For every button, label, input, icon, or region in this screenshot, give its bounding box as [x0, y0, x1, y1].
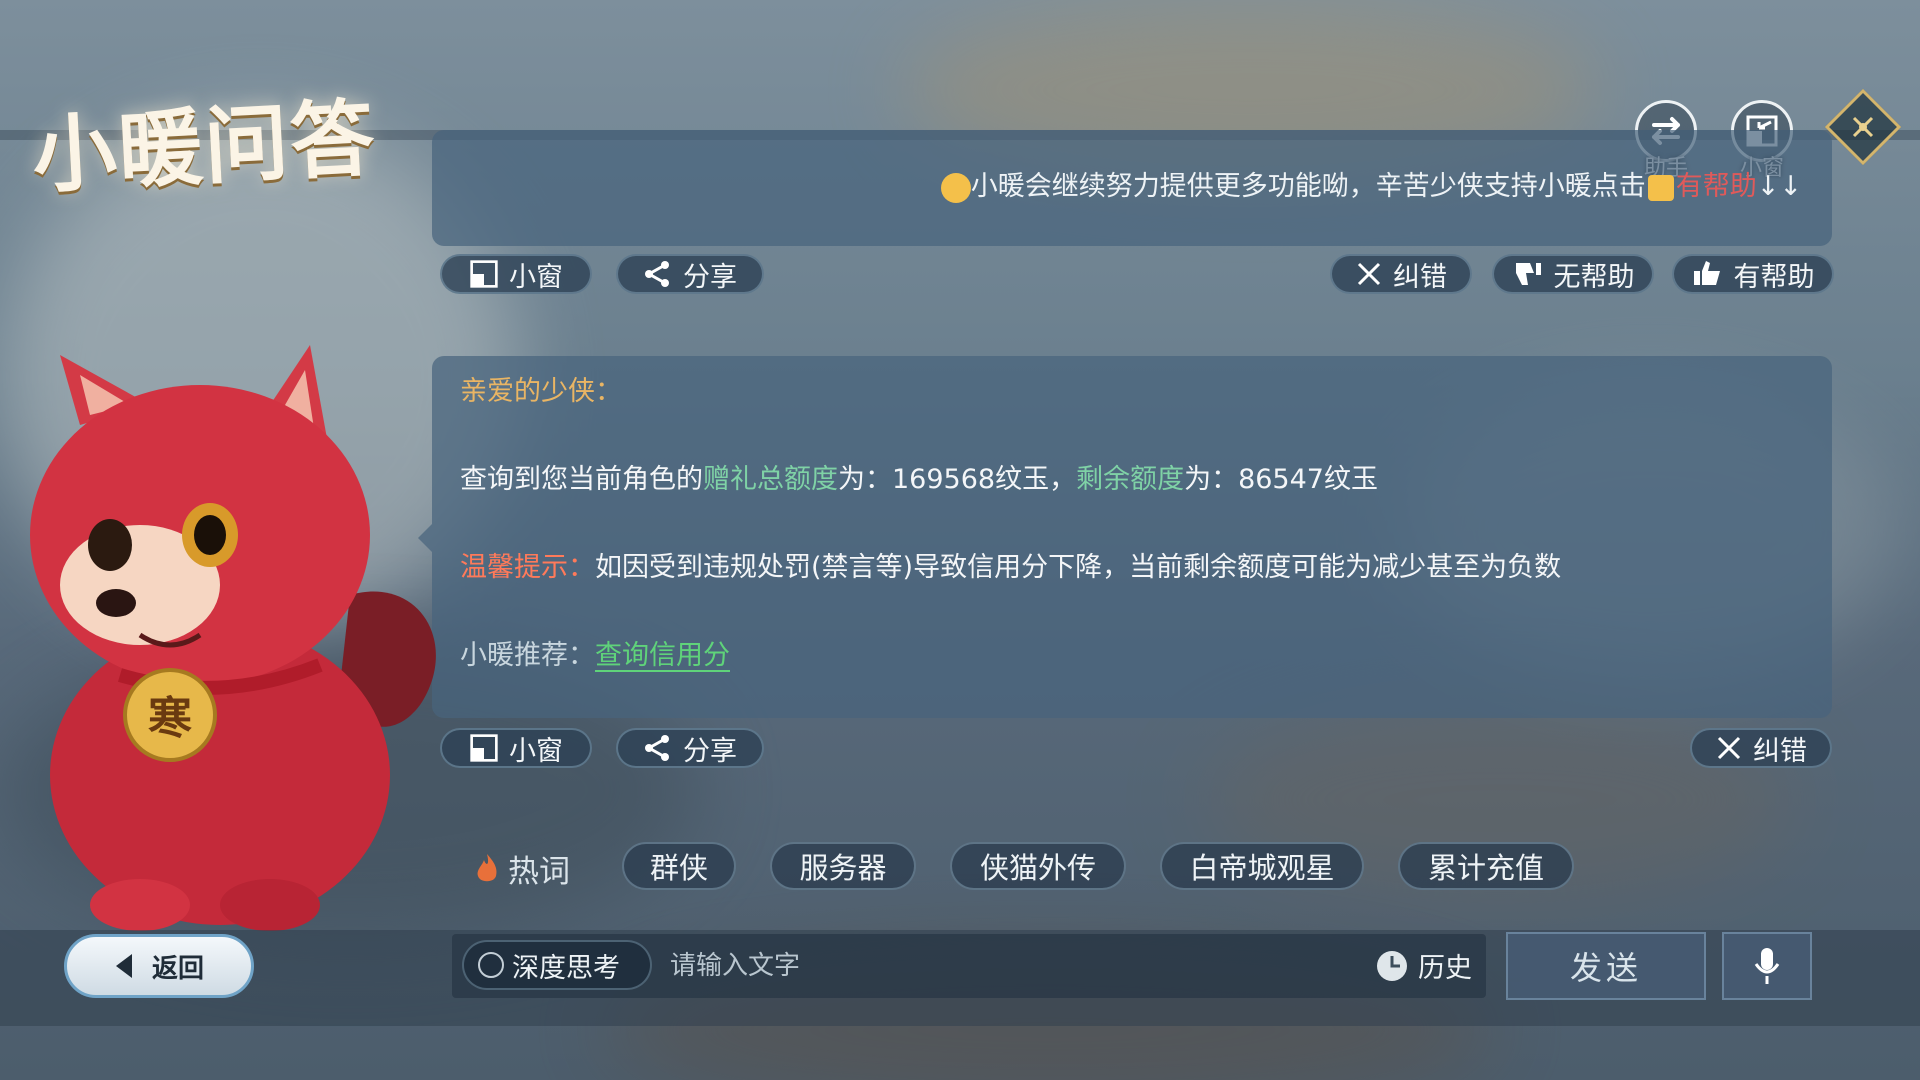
hot-word-1[interactable]: 服务器: [770, 842, 916, 890]
mascot-fox-image: 寒: [30, 345, 436, 931]
recommend-label: 小暖推荐：: [460, 640, 595, 671]
tip-label: 温馨提示：: [460, 552, 595, 583]
chat-text-input[interactable]: [670, 942, 1290, 990]
thumbs-up-icon: [1693, 261, 1720, 285]
remaining-label: 剩余额度: [1076, 464, 1185, 495]
deep-think-toggle[interactable]: 深度思考: [462, 940, 652, 990]
not-helpful-button[interactable]: 无帮助: [1492, 254, 1654, 294]
clock-icon: [1377, 950, 1407, 981]
notice-helpful-text: 有帮助: [1675, 171, 1757, 202]
mini-window-icon: [470, 260, 498, 288]
microphone-button[interactable]: [1722, 932, 1812, 1000]
hot-word-3[interactable]: 白帝城观星: [1160, 842, 1364, 890]
notice-panel: 小暖会继续努力提供更多功能呦，辛苦少侠支持小暖点击 有帮助↓↓: [432, 130, 1832, 246]
close-x-icon: [1357, 262, 1381, 286]
hot-word-4[interactable]: 累计充值: [1398, 842, 1574, 890]
mini-window-button-1[interactable]: 小窗: [440, 254, 592, 294]
answer-recommend-line: 小暖推荐：查询信用分: [460, 638, 730, 674]
back-button[interactable]: 返回: [64, 934, 254, 998]
send-button[interactable]: 发送: [1506, 932, 1706, 1000]
share-icon: [645, 261, 669, 287]
close-icon: [1852, 116, 1874, 138]
answer-panel: 亲爱的少侠： 查询到您当前角色的赠礼总额度为：169568纹玉，剩余额度为：86…: [418, 356, 1832, 718]
share-button-2[interactable]: 分享: [616, 728, 764, 768]
microphone-icon: [1754, 948, 1780, 984]
chat-input-area: 深度思考 历史: [452, 934, 1486, 998]
notice-message: 小暖会继续努力提供更多功能呦，辛苦少侠支持小暖点击 有帮助↓↓: [940, 164, 1802, 203]
thumbs-up-emoji-icon: [1647, 174, 1674, 201]
history-button[interactable]: 历史: [1374, 946, 1472, 985]
mini-window-icon: [470, 734, 498, 762]
share-icon: [645, 735, 669, 761]
hot-word-0[interactable]: 群侠: [622, 842, 736, 890]
notice-arrows: ↓↓: [1756, 171, 1802, 202]
mascot-badge-text: 寒: [148, 693, 192, 744]
flame-icon: [477, 853, 497, 881]
smile-emoji-icon: [940, 172, 971, 203]
hot-words-label: 热词: [472, 846, 570, 891]
mini-window-button-2[interactable]: 小窗: [440, 728, 592, 768]
credit-score-link[interactable]: 查询信用分: [595, 640, 730, 671]
answer-greeting: 亲爱的少侠：: [460, 376, 622, 407]
answer-tip-line: 温馨提示：如因受到违规处罚(禁言等)导致信用分下降，当前剩余额度可能为减少甚至为…: [460, 552, 1562, 583]
gift-total-label: 赠礼总额度: [703, 464, 838, 495]
thumbs-down-icon: [1515, 263, 1541, 285]
helpful-button[interactable]: 有帮助: [1672, 254, 1834, 294]
share-button-1[interactable]: 分享: [616, 254, 764, 294]
toggle-radio-icon: [478, 952, 504, 978]
close-x-icon: [1717, 736, 1741, 760]
app-title: 小暖问答: [29, 88, 379, 205]
correct-button-2[interactable]: 纠错: [1690, 728, 1832, 768]
hot-word-2[interactable]: 侠猫外传: [950, 842, 1126, 890]
back-arrow-icon: [115, 954, 132, 978]
answer-quota-line: 查询到您当前角色的赠礼总额度为：169568纹玉，剩余额度为：86547纹玉: [460, 464, 1378, 495]
correct-button-1[interactable]: 纠错: [1330, 254, 1472, 294]
